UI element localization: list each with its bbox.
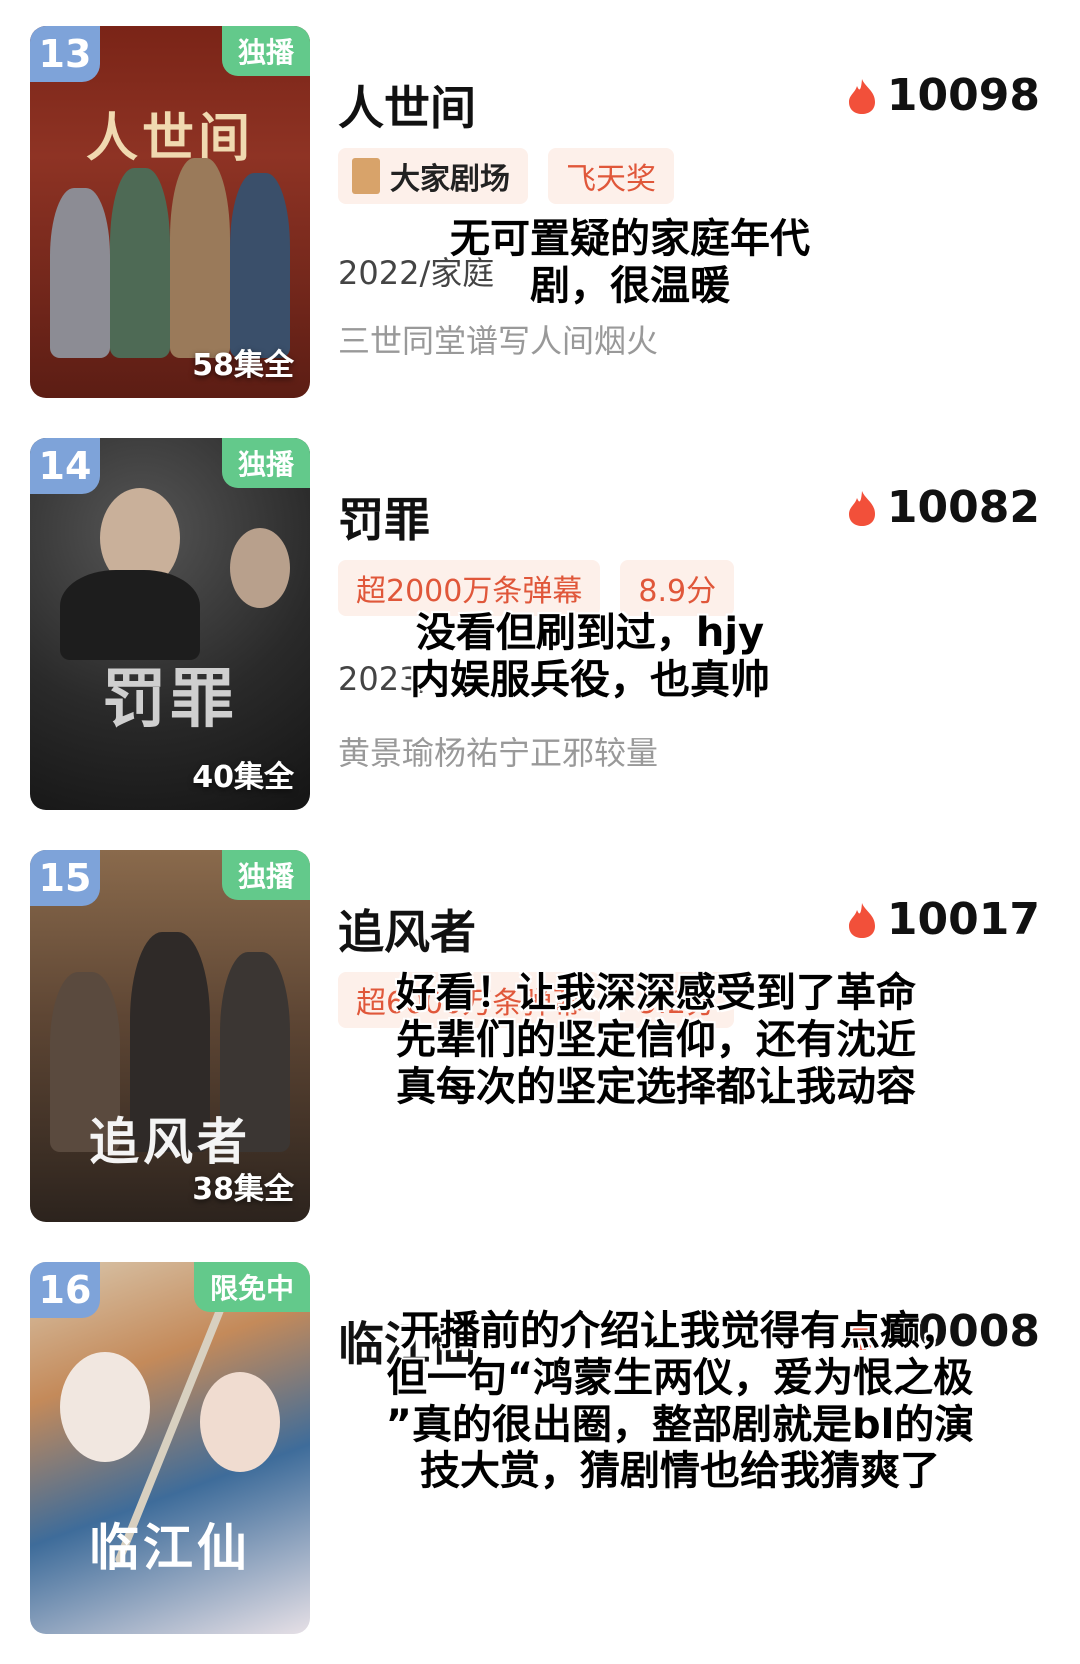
list-item[interactable]: 追风者 15 独播 38集全 追风者 10017 超6000万条弹幕 9.2分 … xyxy=(0,824,1080,1236)
score-tag[interactable]: 8.9分 xyxy=(620,560,735,616)
episode-count: 38集全 xyxy=(192,1172,294,1207)
theater-logo-icon xyxy=(352,158,380,194)
list-item[interactable]: 临江仙 16 限免中 临江仙 10008 开播前的介绍让我觉得有点癫， 但一句“… xyxy=(0,1236,1080,1648)
poster-title: 罚罪 xyxy=(102,662,238,737)
comment-line: 开播前的介绍让我觉得有点癫， xyxy=(400,1308,960,1354)
heat-value: 10017 xyxy=(886,894,1040,945)
drama-ranking-list: 人世间 13 独播 58集全 人世间 10098 大家剧场 飞天奖 2022/家… xyxy=(0,0,1080,1664)
danmaku-tag[interactable]: 超2000万条弹幕 xyxy=(338,560,601,616)
comment-line: 内娱服兵役，也真帅 xyxy=(410,656,770,703)
poster-figure xyxy=(230,528,290,608)
comment-line: ”真的很出圈，整部剧就是bl的演 xyxy=(385,1401,975,1448)
award-tag[interactable]: 飞天奖 xyxy=(548,148,674,204)
theater-tag[interactable]: 大家剧场 xyxy=(338,148,528,204)
drama-title[interactable]: 人世间 xyxy=(338,72,476,138)
poster-title: 临江仙 xyxy=(89,1518,251,1577)
poster-figure xyxy=(200,1372,280,1472)
drama-description: 黄景瑜杨祐宁正邪较量 xyxy=(338,734,659,772)
poster-figure xyxy=(110,168,170,358)
tag-label: 大家剧场 xyxy=(390,162,510,197)
poster-figure xyxy=(50,188,110,358)
comment-line: 先辈们的坚定信仰，还有沈近 xyxy=(396,1016,916,1063)
comment-overlay: 开播前的介绍让我觉得有点癫， 但一句“鸿蒙生两仪，爱为恨之极 ”真的很出圈，整部… xyxy=(310,1308,1050,1495)
flame-icon xyxy=(848,78,875,114)
heat-score: 10017 xyxy=(847,894,1040,945)
rank-badge: 13 xyxy=(30,26,100,82)
exclusive-badge: 独播 xyxy=(221,850,310,900)
poster-figure xyxy=(60,1352,150,1462)
exclusive-badge: 独播 xyxy=(221,26,310,76)
heat-score: 10082 xyxy=(847,482,1040,533)
comment-line: 但一句“鸿蒙生两仪，爱为恨之极 xyxy=(386,1354,974,1401)
flame-icon xyxy=(848,902,875,938)
flame-icon xyxy=(848,490,875,526)
exclusive-badge: 独播 xyxy=(221,438,310,488)
poster-figure xyxy=(230,173,290,358)
comment-line: 无可置疑的家庭年代 xyxy=(450,216,810,262)
comment-line: 真每次的坚定选择都让我动容 xyxy=(396,1063,916,1110)
poster-figure xyxy=(170,158,230,358)
comment-line: 好看！让我深深感受到了革命 xyxy=(396,970,916,1016)
comment-overlay: 无可置疑的家庭年代 剧，很温暖 xyxy=(400,216,860,310)
episode-count: 40集全 xyxy=(192,760,294,795)
comment-overlay: 好看！让我深深感受到了革命 先辈们的坚定信仰，还有沈近 真每次的坚定选择都让我动… xyxy=(316,970,996,1110)
drama-title[interactable]: 罚罪 xyxy=(338,484,430,550)
poster[interactable]: 临江仙 16 限免中 xyxy=(30,1262,310,1634)
rank-badge: 14 xyxy=(30,438,100,494)
drama-title[interactable]: 追风者 xyxy=(338,896,476,962)
list-item[interactable]: 人世间 13 独播 58集全 人世间 10098 大家剧场 飞天奖 2022/家… xyxy=(0,0,1080,412)
heat-score: 10098 xyxy=(847,70,1040,121)
rank-badge: 15 xyxy=(30,850,100,906)
comment-overlay: 没看但刷到过，hjy 内娱服兵役，也真帅 xyxy=(360,610,820,704)
comment-line: 技大赏，猜剧情也给我猜爽了 xyxy=(420,1448,940,1495)
episode-count: 58集全 xyxy=(192,348,294,383)
rank-badge: 16 xyxy=(30,1262,100,1318)
list-item[interactable]: 罚罪 14 独播 40集全 罚罪 10082 超2000万条弹幕 8.9分 20… xyxy=(0,412,1080,824)
free-badge: 限免中 xyxy=(193,1262,310,1312)
comment-line: 剧，很温暖 xyxy=(530,262,730,309)
heat-value: 10098 xyxy=(886,70,1040,121)
tag-row: 大家剧场 飞天奖 xyxy=(338,148,674,204)
poster-figure xyxy=(60,570,200,660)
heat-value: 10082 xyxy=(886,482,1040,533)
drama-description: 三世同堂谱写人间烟火 xyxy=(338,322,659,360)
poster[interactable]: 罚罪 14 独播 40集全 xyxy=(30,438,310,810)
poster-title: 人世间 xyxy=(85,108,254,169)
poster[interactable]: 人世间 13 独播 58集全 xyxy=(30,26,310,398)
poster[interactable]: 追风者 15 独播 38集全 xyxy=(30,850,310,1222)
comment-line: 没看但刷到过，hjy xyxy=(415,610,765,656)
tag-row: 超2000万条弹幕 8.9分 xyxy=(338,560,735,616)
